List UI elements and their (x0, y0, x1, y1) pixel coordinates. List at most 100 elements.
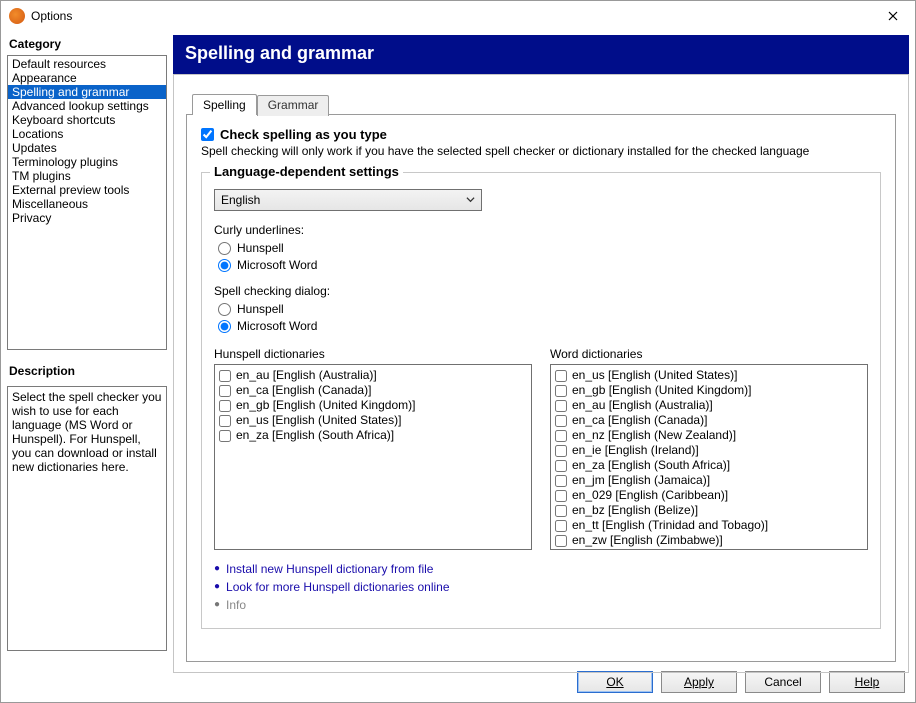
category-item[interactable]: Default resources (8, 57, 166, 71)
language-settings-legend: Language-dependent settings (210, 164, 403, 179)
list-item[interactable]: en_za [English (South Africa)] (555, 458, 863, 473)
list-item[interactable]: en_au [English (Australia)] (555, 398, 863, 413)
language-settings-group: Language-dependent settings English Curl… (201, 172, 881, 629)
page-title: Spelling and grammar (173, 35, 909, 74)
list-item[interactable]: en_us [English (United States)] (555, 368, 863, 383)
curly-hunspell-radio[interactable] (218, 242, 231, 255)
category-item[interactable]: Advanced lookup settings (8, 99, 166, 113)
list-item[interactable]: en_ie [English (Ireland)] (555, 443, 863, 458)
category-item[interactable]: Privacy (8, 211, 166, 225)
category-item[interactable]: External preview tools (8, 183, 166, 197)
category-item[interactable]: Terminology plugins (8, 155, 166, 169)
language-dropdown[interactable]: English (214, 189, 482, 211)
list-item-label: en_bz [English (Belize)] (572, 503, 698, 518)
list-item-label: en_us [English (United States)] (236, 413, 401, 428)
description-label: Description (9, 364, 167, 378)
curly-hunspell-label: Hunspell (237, 241, 284, 255)
close-button[interactable] (870, 1, 915, 31)
help-button[interactable]: Help (829, 671, 905, 693)
curly-underlines-label: Curly underlines: (214, 223, 868, 237)
list-item-checkbox[interactable] (219, 370, 231, 382)
cancel-button[interactable]: Cancel (745, 671, 821, 693)
hunspell-dict-title: Hunspell dictionaries (214, 347, 532, 361)
dialog-hunspell-label: Hunspell (237, 302, 284, 316)
category-item[interactable]: Spelling and grammar (8, 85, 166, 99)
list-item-checkbox[interactable] (555, 400, 567, 412)
language-dropdown-value: English (221, 193, 260, 207)
check-spelling-as-you-type[interactable] (201, 128, 214, 141)
dialog-word-radio[interactable] (218, 320, 231, 333)
category-item[interactable]: Keyboard shortcuts (8, 113, 166, 127)
list-item[interactable]: en_gb [English (United Kingdom)] (555, 383, 863, 398)
tab-grammar[interactable]: Grammar (257, 95, 330, 116)
list-item-checkbox[interactable] (555, 370, 567, 382)
dialog-label: Spell checking dialog: (214, 284, 868, 298)
curly-hunspell-row[interactable]: Hunspell (218, 241, 868, 255)
sidebar: Category Default resourcesAppearanceSpel… (7, 35, 167, 664)
list-item[interactable]: en_029 [English (Caribbean)] (555, 488, 863, 503)
tab-spelling[interactable]: Spelling (192, 94, 257, 115)
spellcheck-note: Spell checking will only work if you hav… (201, 144, 881, 158)
dialog-hunspell-row[interactable]: Hunspell (218, 302, 868, 316)
list-item[interactable]: en_ca [English (Canada)] (219, 383, 527, 398)
list-item[interactable]: en_za [English (South Africa)] (219, 428, 527, 443)
list-item-checkbox[interactable] (219, 430, 231, 442)
ok-button[interactable]: OK (577, 671, 653, 693)
list-item[interactable]: en_gb [English (United Kingdom)] (219, 398, 527, 413)
curly-word-radio[interactable] (218, 259, 231, 272)
list-item-checkbox[interactable] (555, 535, 567, 547)
apply-button[interactable]: Apply (661, 671, 737, 693)
close-icon (888, 11, 898, 21)
list-item-checkbox[interactable] (555, 430, 567, 442)
list-item-checkbox[interactable] (219, 385, 231, 397)
list-item[interactable]: en_tt [English (Trinidad and Tobago)] (555, 518, 863, 533)
help-button-label: Help (855, 675, 880, 689)
list-item[interactable]: en_jm [English (Jamaica)] (555, 473, 863, 488)
apply-button-label: Apply (684, 675, 714, 689)
curly-word-row[interactable]: Microsoft Word (218, 258, 868, 272)
list-item-checkbox[interactable] (555, 385, 567, 397)
list-item-label: en_tt [English (Trinidad and Tobago)] (572, 518, 768, 533)
word-dict-title: Word dictionaries (550, 347, 868, 361)
category-item[interactable]: Appearance (8, 71, 166, 85)
list-item-checkbox[interactable] (219, 400, 231, 412)
dialog-hunspell-radio[interactable] (218, 303, 231, 316)
bullet-icon: ● (214, 578, 220, 596)
list-item-checkbox[interactable] (555, 520, 567, 532)
window-title: Options (31, 9, 72, 23)
category-item[interactable]: TM plugins (8, 169, 166, 183)
dialog-word-label: Microsoft Word (237, 319, 317, 333)
hunspell-links: ● Install new Hunspell dictionary from f… (214, 560, 868, 614)
list-item-checkbox[interactable] (555, 490, 567, 502)
category-list[interactable]: Default resourcesAppearanceSpelling and … (7, 55, 167, 350)
list-item[interactable]: en_au [English (Australia)] (219, 368, 527, 383)
tab-strip: Spelling Grammar (192, 93, 896, 114)
list-item-checkbox[interactable] (555, 460, 567, 472)
list-item-checkbox[interactable] (555, 415, 567, 427)
list-item-label: en_nz [English (New Zealand)] (572, 428, 736, 443)
list-item-label: en_029 [English (Caribbean)] (572, 488, 728, 503)
list-item-label: en_jm [English (Jamaica)] (572, 473, 710, 488)
hunspell-dict-list[interactable]: en_au [English (Australia)]en_ca [Englis… (214, 364, 532, 550)
lookfor-dictionaries-link[interactable]: Look for more Hunspell dictionaries onli… (226, 578, 449, 596)
list-item[interactable]: en_zw [English (Zimbabwe)] (555, 533, 863, 548)
list-item[interactable]: en_bz [English (Belize)] (555, 503, 863, 518)
list-item-label: en_au [English (Australia)] (236, 368, 377, 383)
category-item[interactable]: Locations (8, 127, 166, 141)
list-item-checkbox[interactable] (555, 445, 567, 457)
list-item[interactable]: en_ca [English (Canada)] (555, 413, 863, 428)
category-item[interactable]: Miscellaneous (8, 197, 166, 211)
info-link: Info (226, 596, 246, 614)
install-dictionary-link[interactable]: Install new Hunspell dictionary from fil… (226, 560, 433, 578)
list-item-checkbox[interactable] (219, 415, 231, 427)
list-item-checkbox[interactable] (555, 505, 567, 517)
word-dict-list[interactable]: en_us [English (United States)]en_gb [En… (550, 364, 868, 550)
bullet-icon: ● (214, 596, 220, 614)
list-item-label: en_za [English (South Africa)] (236, 428, 394, 443)
list-item[interactable]: en_us [English (United States)] (219, 413, 527, 428)
bullet-icon: ● (214, 560, 220, 578)
dialog-word-row[interactable]: Microsoft Word (218, 319, 868, 333)
category-item[interactable]: Updates (8, 141, 166, 155)
list-item-checkbox[interactable] (555, 475, 567, 487)
list-item[interactable]: en_nz [English (New Zealand)] (555, 428, 863, 443)
